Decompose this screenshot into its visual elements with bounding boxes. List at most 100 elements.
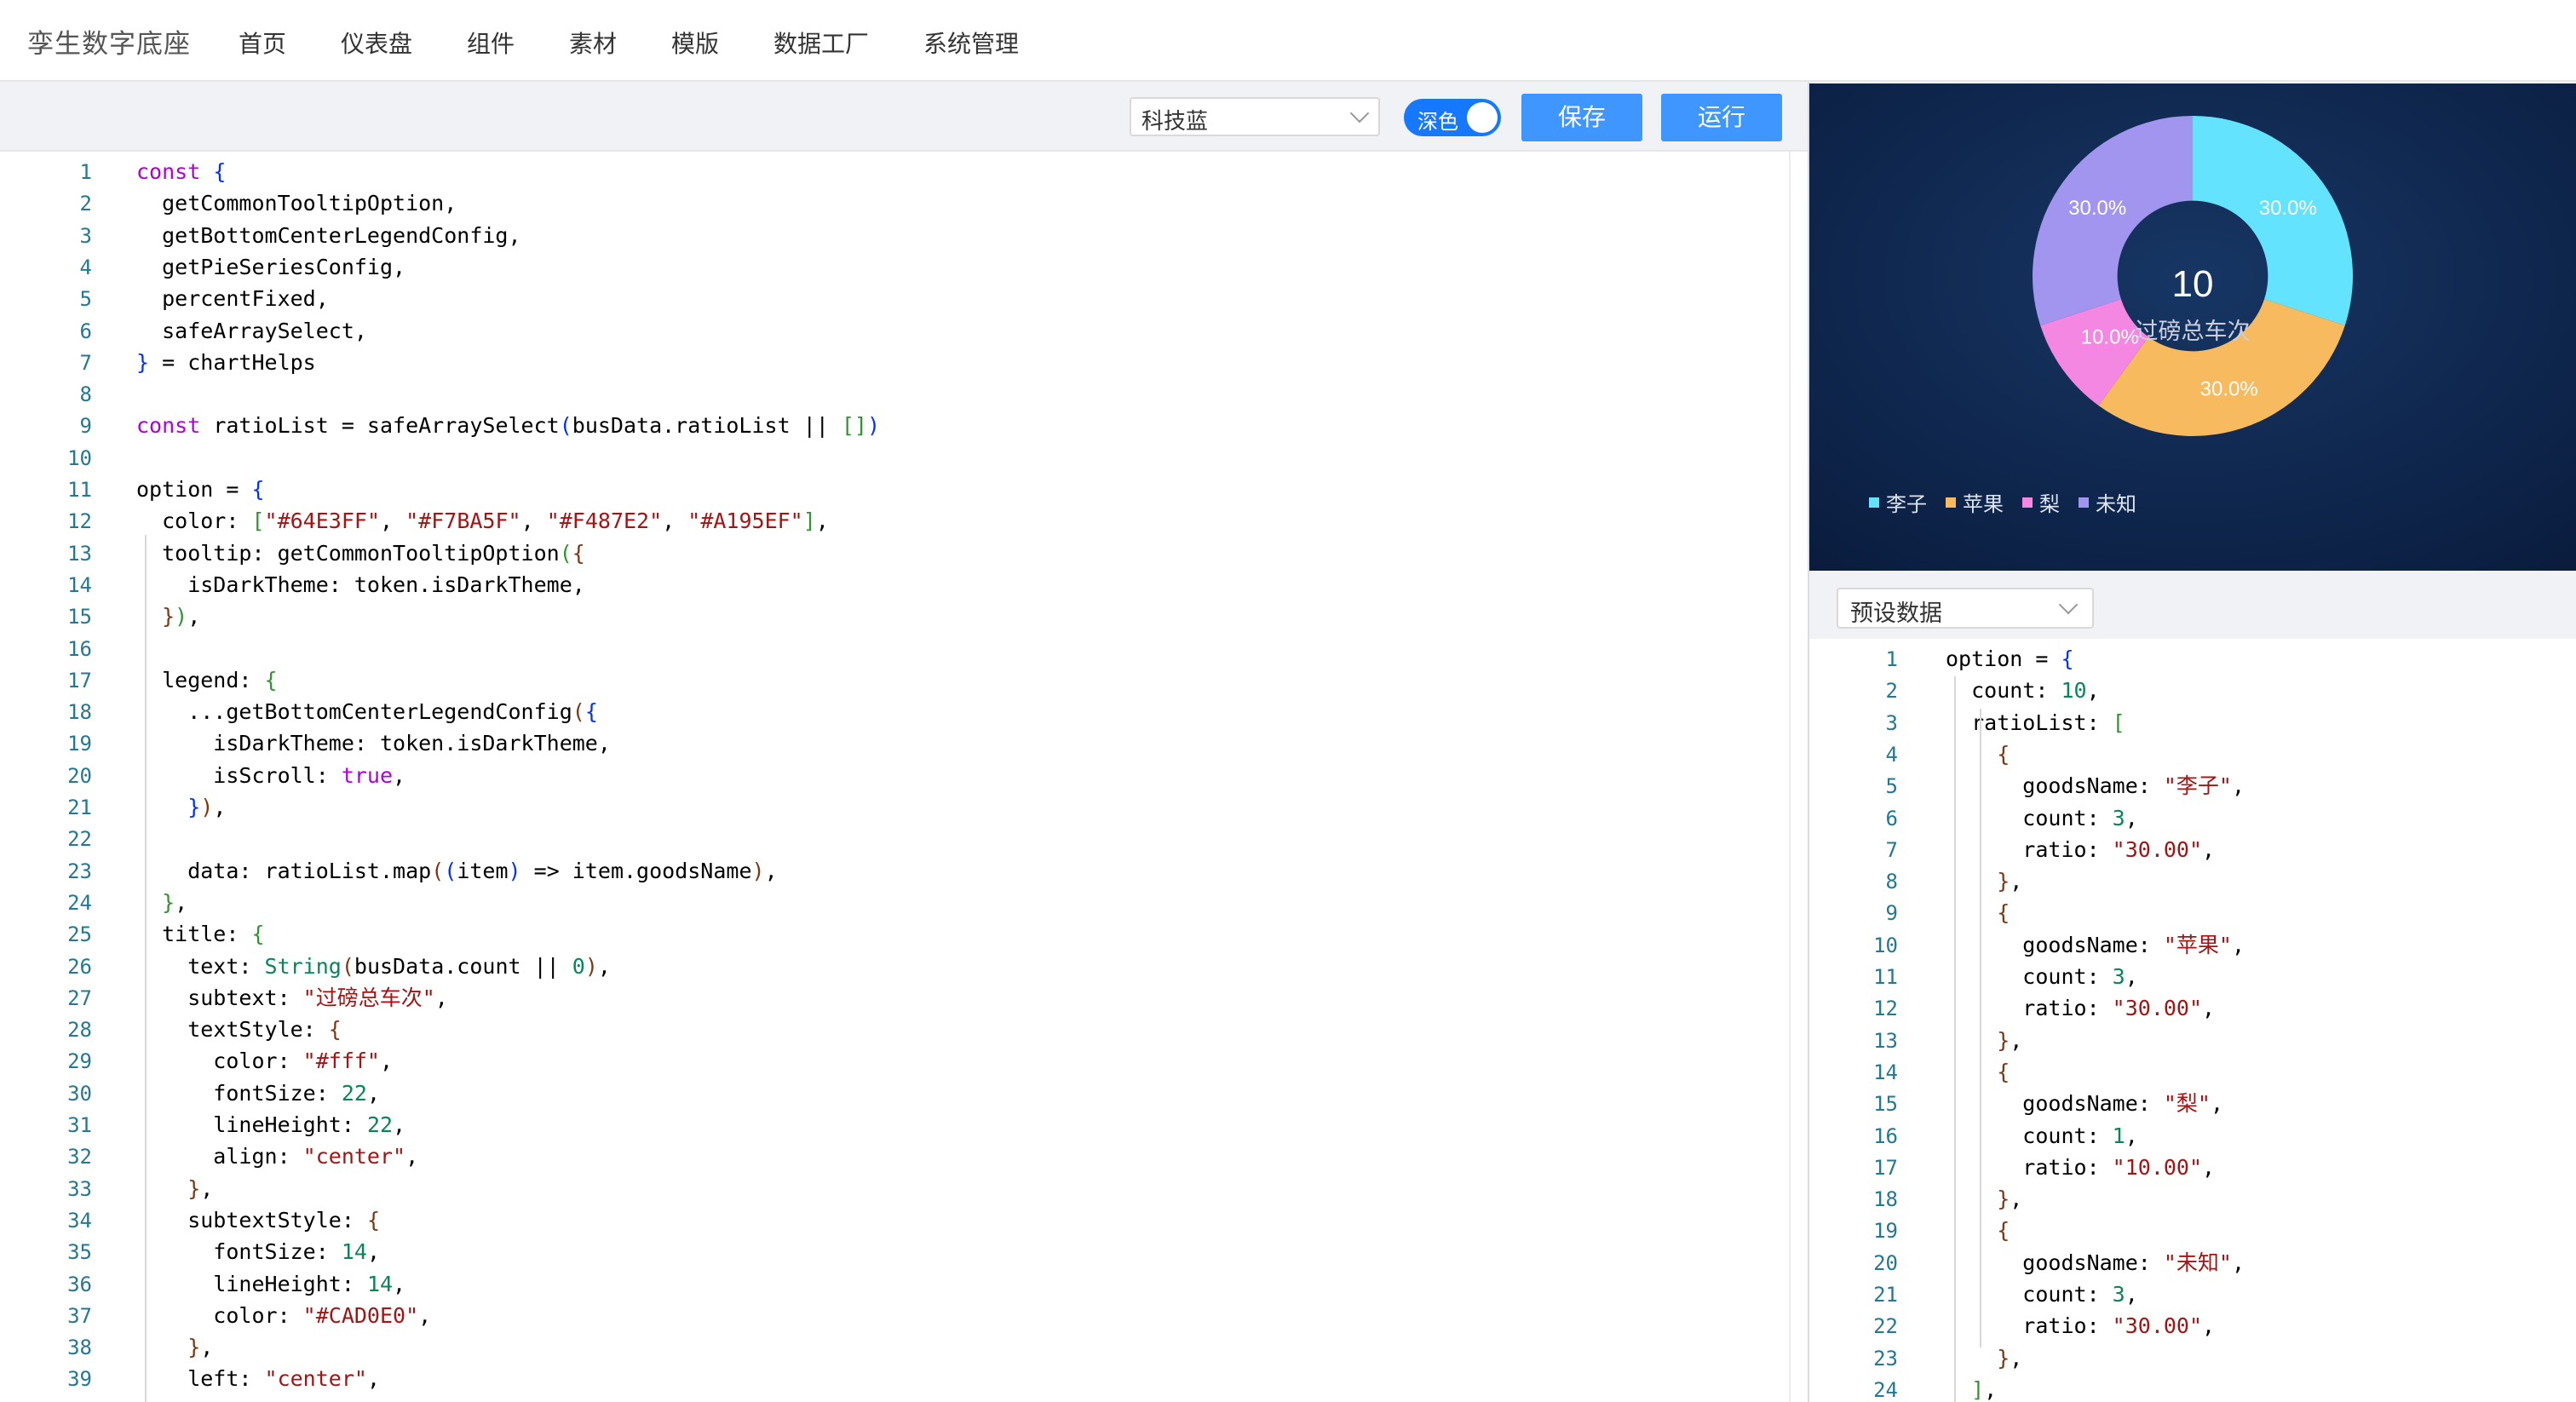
code-token: , <box>434 985 448 1010</box>
line-number: 19 <box>67 732 92 756</box>
nav-dashboard[interactable]: 仪表盘 <box>341 26 412 60</box>
nav-data-factory[interactable]: 数据工厂 <box>773 26 869 60</box>
line-number: 9 <box>79 414 92 439</box>
code-text: ratio: "30.00", <box>1946 835 2215 865</box>
data-source-select[interactable]: 预设数据 <box>1837 588 2094 629</box>
code-line: 7 ratio: "30.00", <box>1809 835 2576 865</box>
code-text: count: 10, <box>1946 675 2100 706</box>
code-text: color: ["#64E3FF", "#F7BA5F", "#F487E2",… <box>136 506 829 537</box>
line-number: 11 <box>1873 965 1898 989</box>
code-token: ratioList = safeArraySelect <box>213 413 560 439</box>
line-number: 26 <box>67 954 92 979</box>
code-text: }, <box>136 1332 213 1363</box>
code-token: ratio: <box>1946 996 2113 1021</box>
legend-item-梨[interactable]: 梨 <box>2039 493 2060 516</box>
code-line: 17 ratio: "10.00", <box>1809 1152 2576 1183</box>
code-token: { <box>1997 1218 2010 1244</box>
nav-system-management[interactable]: 系统管理 <box>923 26 1019 60</box>
code-token: , <box>187 604 201 629</box>
code-text: lineHeight: 22, <box>136 1110 405 1141</box>
line-number: 23 <box>1873 1346 1898 1370</box>
legend-swatch[interactable] <box>1946 497 1956 508</box>
code-line: 8 <box>0 379 1792 410</box>
code-line: 23 data: ratioList.map((item) => item.go… <box>0 856 1792 887</box>
legend-swatch[interactable] <box>2022 497 2033 508</box>
code-token: "30.00" <box>2112 996 2203 1021</box>
line-number: 21 <box>1873 1283 1898 1307</box>
code-line: 34 subtextStyle: { <box>0 1205 1792 1236</box>
dark-mode-toggle[interactable]: 深色 <box>1404 99 1501 136</box>
line-number: 18 <box>1873 1187 1898 1212</box>
code-token: fontSize: <box>136 1239 342 1265</box>
code-token: , <box>520 509 547 534</box>
code-token: count: <box>1946 1123 2113 1148</box>
code-line: 12 ratio: "30.00", <box>1809 993 2576 1024</box>
nav-home[interactable]: 首页 <box>239 26 286 60</box>
legend-item-未知[interactable]: 未知 <box>2096 493 2136 516</box>
legend-swatch[interactable] <box>2079 497 2089 508</box>
nav-materials[interactable]: 素材 <box>569 26 617 60</box>
code-token: count: <box>1946 1282 2113 1307</box>
legend-item-李子[interactable]: 李子 <box>1886 493 1927 516</box>
code-token: option = <box>136 477 252 502</box>
code-line: 25 title: { <box>0 919 1792 950</box>
code-token: ) <box>866 413 881 439</box>
run-button[interactable]: 运行 <box>1661 94 1782 141</box>
line-number: 39 <box>67 1367 92 1392</box>
code-token: subtext: <box>136 985 303 1010</box>
legend-swatch[interactable] <box>1869 497 1879 508</box>
code-token: ratio: <box>1946 1313 2113 1339</box>
chart-preview: 30.0% 30.0% 10.0% 30.0% 10 过磅总车次 李子 苹果 梨 未知 <box>1809 83 2576 571</box>
code-token: const <box>136 413 214 439</box>
code-token: color: <box>136 1302 303 1328</box>
theme-select[interactable]: 科技蓝 <box>1130 97 1380 136</box>
code-token: , <box>2210 1091 2224 1117</box>
code-text: getPieSeriesConfig, <box>136 252 405 283</box>
code-line: 6 count: 3, <box>1809 803 2576 834</box>
code-token: "center" <box>302 1144 406 1169</box>
code-token: count: <box>1946 964 2113 989</box>
editor-scrollbar[interactable] <box>1789 152 1809 1402</box>
line-number: 29 <box>67 1049 92 1074</box>
code-token: data: ratioList.map <box>136 858 432 883</box>
line-number: 20 <box>67 763 92 788</box>
code-token: , <box>380 509 406 534</box>
code-text: ratio: "30.00", <box>1946 1311 2215 1342</box>
toggle-knob <box>1467 102 1498 133</box>
code-token: , <box>2125 1282 2138 1307</box>
code-token: percentFixed, <box>136 286 329 312</box>
code-token: count: <box>1946 805 2113 830</box>
code-token: ) <box>200 795 214 819</box>
line-number: 13 <box>1873 1028 1898 1053</box>
code-token: getBottomCenterLegendConfig, <box>136 222 521 248</box>
code-token: 3 <box>2112 1282 2125 1307</box>
option-code-editor[interactable]: 1 const {2 getCommonTooltipOption, 3 getBo… <box>0 152 1792 1402</box>
legend-item-苹果[interactable]: 苹果 <box>1963 493 2004 516</box>
line-number: 31 <box>67 1113 92 1137</box>
line-number: 4 <box>79 255 92 279</box>
code-token: , <box>2202 836 2216 862</box>
nav-components[interactable]: 组件 <box>467 26 515 60</box>
code-token: 1 <box>2112 1123 2125 1148</box>
code-text: ratio: "10.00", <box>1946 1152 2215 1183</box>
indent-guide <box>1980 709 1981 1347</box>
code-token: ) <box>508 858 521 883</box>
chevron-down-icon <box>1349 103 1370 124</box>
code-token: , <box>2202 996 2216 1021</box>
code-token: , <box>366 1080 380 1106</box>
code-token: { <box>1997 1059 2010 1084</box>
code-text: legend: { <box>136 665 277 696</box>
code-text: percentFixed, <box>136 284 329 314</box>
data-code-editor[interactable]: 1 option = {2 count: 10, 3 ratioList: [4 {… <box>1809 639 2576 1402</box>
code-token: lineHeight: <box>136 1112 367 1137</box>
code-line: 13 tooltip: getCommonTooltipOption({ <box>0 538 1792 569</box>
code-line: 30 fontSize: 22, <box>0 1078 1792 1109</box>
code-text: ratioList: [ <box>1946 708 2125 738</box>
code-text: count: 3, <box>1946 962 2138 992</box>
code-token: 3 <box>2112 805 2125 830</box>
code-line: 32 align: "center", <box>0 1141 1792 1172</box>
nav-templates[interactable]: 模版 <box>671 26 719 60</box>
line-number: 18 <box>67 700 92 725</box>
save-button[interactable]: 保存 <box>1521 94 1642 141</box>
